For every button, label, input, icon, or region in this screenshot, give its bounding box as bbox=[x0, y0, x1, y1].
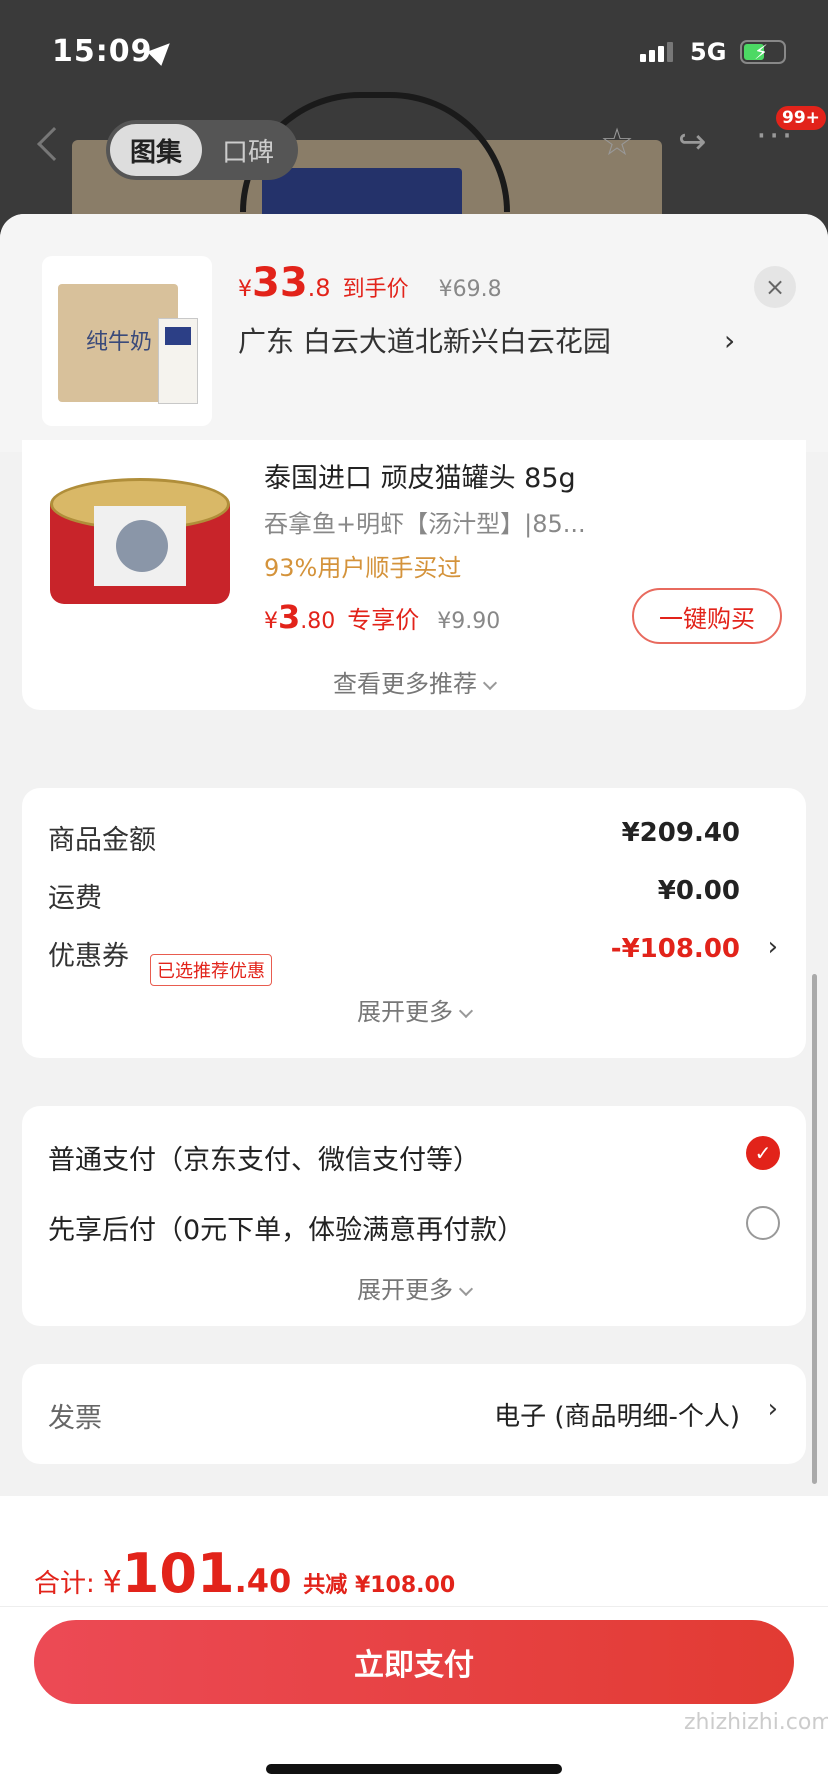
back-icon[interactable] bbox=[37, 127, 71, 161]
message-badge: 99+ bbox=[776, 106, 826, 130]
star-icon[interactable]: ☆ bbox=[600, 120, 634, 164]
payment-option-later[interactable]: 先享后付（0元下单，体验满意再付款） bbox=[48, 1208, 524, 1247]
total-amount: 合计: ¥ 101 .40 共减 ¥108.00 bbox=[34, 1542, 456, 1605]
original-price: ¥9.90 bbox=[437, 609, 501, 634]
checked-icon[interactable]: ✓ bbox=[746, 1136, 780, 1170]
see-more-recommend[interactable]: 查看更多推荐 bbox=[22, 664, 806, 699]
invoice-value[interactable]: 电子 (商品明细-个人) bbox=[494, 1396, 740, 1433]
tab-segment: 图集 口碑 bbox=[106, 120, 298, 180]
amount-card: 商品金额 ¥209.40 运费 ¥0.00 优惠券 已选推荐优惠 -¥108.0… bbox=[22, 788, 806, 1058]
sheet-header: 纯牛奶 ¥ 33 .8 到手价 ¥69.8 广东 白云大道北新兴白云花园 › × bbox=[0, 214, 828, 452]
total-saving: 共减 ¥108.00 bbox=[303, 1573, 456, 1598]
payment-card: 普通支付（京东支付、微信支付等） ✓ 先享后付（0元下单，体验满意再付款） 展开… bbox=[22, 1106, 806, 1326]
tab-gallery[interactable]: 图集 bbox=[110, 124, 202, 176]
status-time: 15:09 bbox=[52, 34, 153, 69]
recommend-price: ¥ 3 .80 专享价 ¥9.90 bbox=[264, 598, 501, 636]
chevron-right-icon[interactable]: › bbox=[768, 932, 778, 962]
coupon-label[interactable]: 优惠券 bbox=[48, 934, 129, 973]
expand-payment[interactable]: 展开更多 bbox=[22, 1270, 806, 1305]
payment-option-normal[interactable]: 普通支付（京东支付、微信支付等） bbox=[48, 1138, 480, 1177]
subtotal-value: ¥209.40 bbox=[621, 818, 740, 848]
close-button[interactable]: × bbox=[754, 266, 796, 308]
product-thumbnail: 纯牛奶 bbox=[42, 256, 212, 426]
coupon-tag: 已选推荐优惠 bbox=[150, 954, 272, 986]
coupon-value[interactable]: -¥108.00 bbox=[611, 934, 740, 964]
recommend-card: 泰国进口 顽皮猫罐头 85g 吞拿鱼+明虾【汤汁型】|85... 93%用户顺手… bbox=[22, 440, 806, 710]
home-indicator[interactable] bbox=[266, 1764, 562, 1774]
delivery-address[interactable]: 广东 白云大道北新兴白云花园 bbox=[238, 320, 611, 360]
divider bbox=[0, 1606, 828, 1607]
pay-now-button[interactable]: 立即支付 bbox=[34, 1620, 794, 1704]
invoice-label: 发票 bbox=[48, 1403, 102, 1434]
unchecked-icon[interactable] bbox=[746, 1206, 780, 1240]
chevron-down-icon bbox=[482, 675, 498, 691]
invoice-card[interactable]: 发票 电子 (商品明细-个人) › bbox=[22, 1364, 806, 1464]
share-icon[interactable]: ↪ bbox=[678, 122, 707, 162]
product-nav-bar: 图集 口碑 ☆ ↪ ··· 99+ bbox=[0, 106, 828, 182]
recommend-hint: 93%用户顺手买过 bbox=[264, 554, 462, 582]
watermark: zhizhizhi.com bbox=[684, 1710, 828, 1735]
product-price: ¥ 33 .8 到手价 ¥69.8 bbox=[238, 260, 502, 306]
one-click-buy-button[interactable]: 一键购买 bbox=[632, 588, 782, 644]
chevron-right-icon[interactable]: › bbox=[724, 324, 735, 357]
subtotal-label: 商品金额 bbox=[48, 825, 156, 856]
chevron-right-icon[interactable]: › bbox=[768, 1394, 778, 1424]
scrollbar[interactable] bbox=[812, 974, 817, 1484]
expand-amounts[interactable]: 展开更多 bbox=[22, 992, 806, 1027]
signal-icon bbox=[640, 42, 673, 62]
shipping-label: 运费 bbox=[48, 883, 102, 914]
battery-icon: ⚡ bbox=[740, 40, 786, 64]
cat-food-can-image bbox=[46, 448, 236, 638]
shipping-value: ¥0.00 bbox=[657, 876, 740, 906]
status-bar: 15:09 5G ⚡ bbox=[0, 0, 828, 100]
recommend-title[interactable]: 泰国进口 顽皮猫罐头 85g bbox=[264, 456, 576, 495]
network-type: 5G bbox=[690, 38, 727, 66]
recommend-variant: 吞拿鱼+明虾【汤汁型】|85... bbox=[264, 510, 586, 538]
original-price: ¥69.8 bbox=[438, 277, 502, 302]
chevron-down-icon bbox=[458, 1003, 474, 1019]
checkout-footer: 合计: ¥ 101 .40 共减 ¥108.00 立即支付 zhizhizhi.… bbox=[0, 1496, 828, 1792]
tab-reviews[interactable]: 口碑 bbox=[202, 132, 294, 169]
chevron-down-icon bbox=[458, 1281, 474, 1297]
